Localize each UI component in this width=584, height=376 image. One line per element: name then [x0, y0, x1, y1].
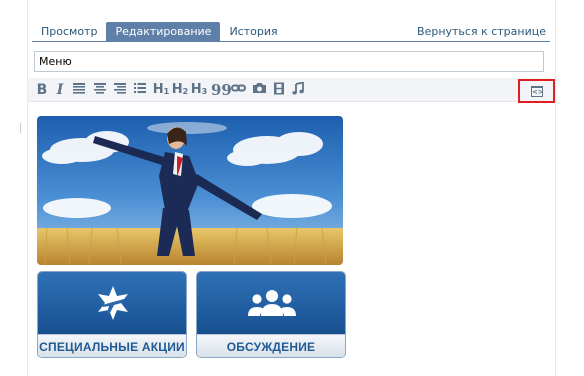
video-button[interactable] — [273, 82, 287, 98]
photo-button[interactable] — [252, 82, 268, 98]
audio-icon — [292, 82, 304, 95]
tab-bar: Просмотр Редактирование История Вернутьс… — [32, 22, 550, 42]
align-left-button[interactable] — [73, 82, 87, 98]
heading2-button[interactable]: H2 — [171, 82, 189, 98]
heading3-icon: H3 — [190, 82, 208, 97]
list-icon — [134, 83, 146, 93]
group-people-icon — [248, 290, 296, 316]
special-offers-banner[interactable]: СПЕЦИАЛЬНЫЕ АКЦИИ — [37, 271, 187, 358]
italic-button[interactable]: I — [55, 82, 65, 98]
banner-label: СПЕЦИАЛЬНЫЕ АКЦИИ — [39, 340, 185, 354]
heading1-icon: H1 — [152, 82, 170, 97]
audio-button[interactable] — [292, 82, 306, 98]
photo-icon — [253, 83, 266, 93]
align-left-icon — [73, 83, 85, 94]
heading1-button[interactable]: H1 — [152, 82, 170, 98]
link-button[interactable] — [231, 82, 247, 98]
italic-icon: I — [56, 82, 64, 98]
tab-view[interactable]: Просмотр — [32, 22, 106, 41]
quote-button[interactable]: 99 — [211, 82, 232, 98]
align-center-icon — [94, 83, 106, 94]
heading2-icon: H2 — [171, 82, 189, 97]
text-cursor — [20, 123, 21, 133]
discussion-banner[interactable]: ОБСУЖДЕНИЕ — [196, 271, 346, 358]
align-right-button[interactable] — [114, 82, 128, 98]
list-button[interactable] — [134, 82, 148, 98]
bold-icon: B — [36, 82, 48, 98]
heading3-button[interactable]: H3 — [190, 82, 208, 98]
align-center-button[interactable] — [94, 82, 108, 98]
editor-frame-right-border — [555, 0, 556, 376]
page-title-input[interactable] — [34, 51, 544, 72]
flight-attendant-wheat-field-image — [37, 116, 343, 265]
hero-image[interactable] — [37, 116, 343, 265]
editor-frame-left-border — [27, 0, 28, 376]
source-code-button[interactable]: <> — [518, 79, 555, 103]
quote-icon: 99 — [211, 81, 232, 99]
bold-button[interactable]: B — [36, 82, 48, 98]
banner-label: ОБСУЖДЕНИЕ — [226, 340, 316, 354]
video-icon — [274, 82, 284, 95]
link-icon — [231, 84, 246, 92]
plane-star-icon — [98, 286, 128, 320]
editor-toolbar: B I H1 H2 H3 99 — [28, 78, 555, 102]
banner-top — [197, 272, 345, 334]
tab-history[interactable]: История — [220, 22, 286, 41]
tab-edit[interactable]: Редактирование — [106, 22, 221, 41]
source-code-icon: <> — [531, 86, 544, 97]
banner-top — [38, 272, 186, 334]
return-to-page-link[interactable]: Вернуться к странице — [408, 22, 550, 41]
align-right-icon — [114, 83, 126, 94]
